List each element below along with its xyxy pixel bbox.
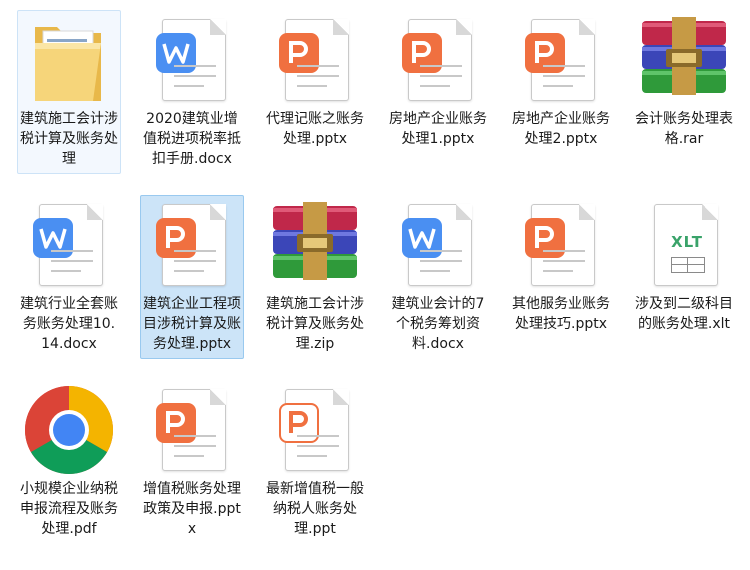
file-item-zip[interactable]: 建筑施工会计涉税计算及账务处理.zip (263, 195, 367, 359)
file-name: 房地产企业账务处理2.pptx (512, 111, 610, 147)
file-item-pptx[interactable]: 增值税账务处理政策及申报.pptx (140, 380, 244, 544)
file-name: 2020建筑业增值税进项税率抵扣手册.docx (143, 111, 241, 167)
file-name: 建筑行业全套账务账务处理10.14.docx (20, 296, 118, 352)
powerpoint-icon (513, 198, 609, 292)
powerpoint-icon (267, 13, 363, 107)
file-name: 建筑企业工程项目涉税计算及账务处理.pptx (143, 296, 241, 352)
powerpoint-legacy-icon (267, 383, 363, 477)
file-item-folder[interactable]: 建筑施工会计涉税计算及账务处理 (17, 10, 121, 174)
file-item-docx[interactable]: 2020建筑业增值税进项税率抵扣手册.docx (140, 10, 244, 174)
word-document-icon (144, 13, 240, 107)
chrome-pdf-icon (21, 383, 117, 477)
file-item-rar[interactable]: 会计账务处理表格.rar (632, 10, 736, 154)
file-name: 小规模企业纳税申报流程及账务处理.pdf (20, 481, 118, 537)
file-item-xlt[interactable]: XLT 涉及到二级科目的账务处理.xlt (632, 195, 736, 339)
file-name: 最新增值税一般纳税人账务处理.ppt (266, 481, 364, 537)
file-name: 建筑业会计的7个税务筹划资料.docx (391, 296, 485, 352)
powerpoint-icon (513, 13, 609, 107)
file-item-pptx-selected[interactable]: 建筑企业工程项目涉税计算及账务处理.pptx (140, 195, 244, 359)
file-name: 代理记账之账务处理.pptx (266, 111, 364, 147)
excel-template-icon: XLT (636, 198, 732, 292)
file-name: 会计账务处理表格.rar (635, 111, 733, 147)
file-name: 涉及到二级科目的账务处理.xlt (635, 296, 733, 332)
powerpoint-icon (390, 13, 486, 107)
powerpoint-icon (144, 198, 240, 292)
file-name: 建筑施工会计涉税计算及账务处理.zip (266, 296, 364, 352)
powerpoint-icon (144, 383, 240, 477)
file-item-pptx[interactable]: 房地产企业账务处理1.pptx (386, 10, 490, 154)
winrar-archive-icon (267, 198, 363, 292)
winrar-archive-icon (636, 13, 732, 107)
file-item-ppt[interactable]: 最新增值税一般纳税人账务处理.ppt (263, 380, 367, 544)
word-document-icon (390, 198, 486, 292)
folder-icon (21, 13, 117, 107)
file-item-pdf[interactable]: 小规模企业纳税申报流程及账务处理.pdf (17, 380, 121, 544)
file-item-pptx[interactable]: 代理记账之账务处理.pptx (263, 10, 367, 154)
xlt-icon-text: XLT (671, 233, 703, 251)
file-item-docx[interactable]: 建筑行业全套账务账务处理10.14.docx (17, 195, 121, 359)
file-item-pptx[interactable]: 房地产企业账务处理2.pptx (509, 10, 613, 154)
file-item-pptx[interactable]: 其他服务业账务处理技巧.pptx (509, 195, 613, 339)
file-name: 房地产企业账务处理1.pptx (389, 111, 487, 147)
word-document-icon (21, 198, 117, 292)
file-item-docx[interactable]: 建筑业会计的7个税务筹划资料.docx (386, 195, 490, 359)
file-name: 建筑施工会计涉税计算及账务处理 (20, 111, 118, 167)
file-name: 增值税账务处理政策及申报.pptx (143, 481, 241, 537)
file-name: 其他服务业账务处理技巧.pptx (512, 296, 610, 332)
